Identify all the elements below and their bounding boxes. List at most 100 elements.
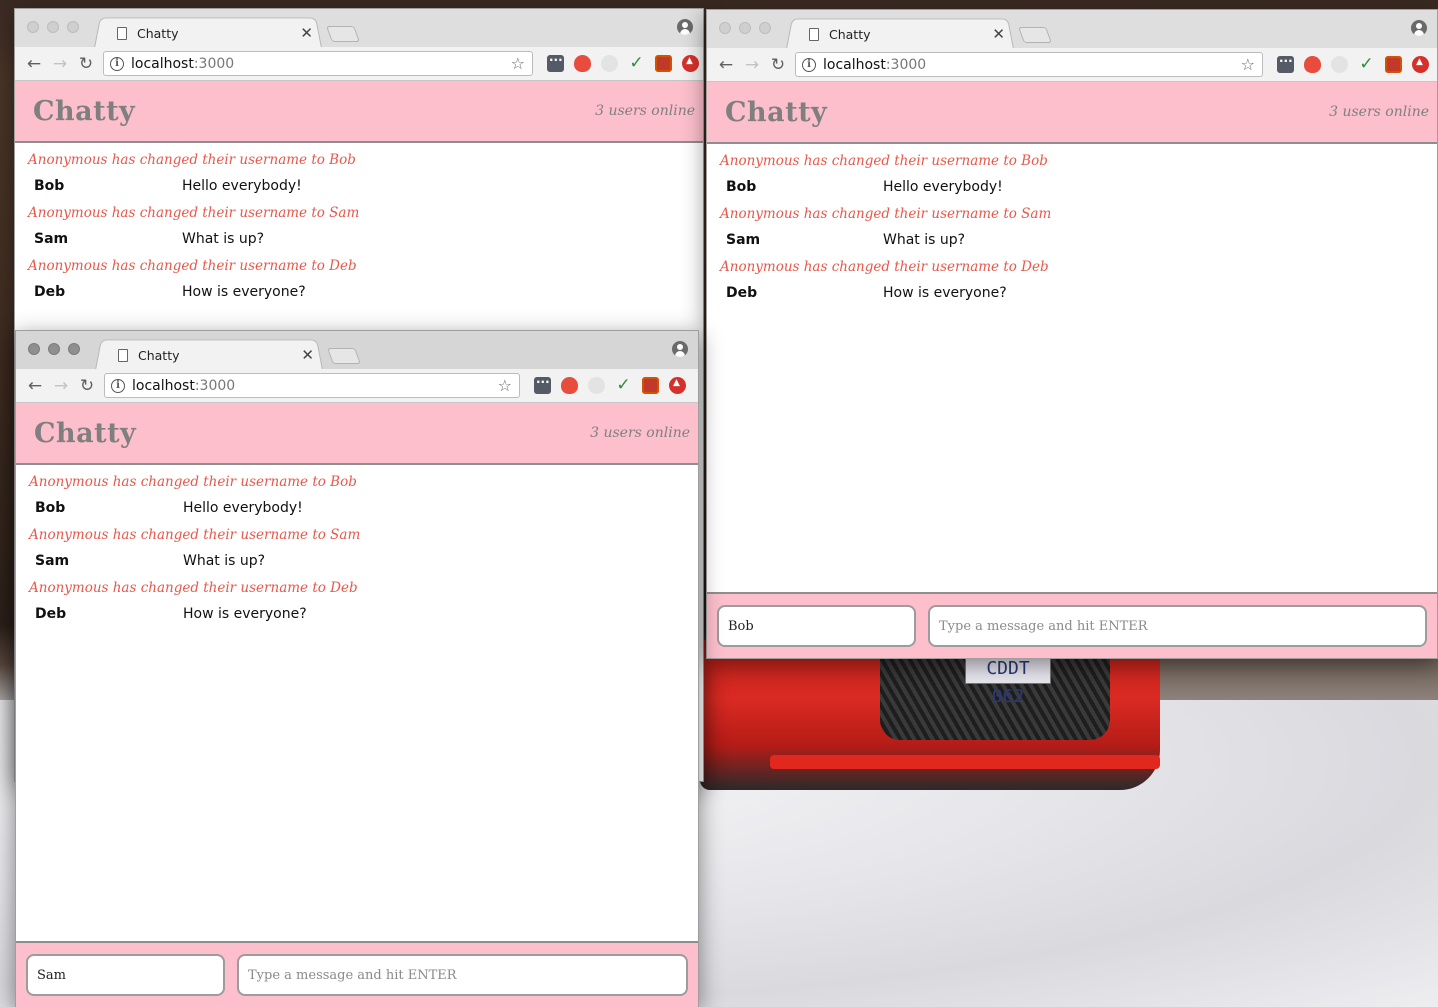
checkmark-extension-icon[interactable]: ✓ [615,377,632,394]
chatty-navbar: Chatty 3 users online [16,403,698,465]
message-input[interactable] [237,954,688,996]
chat-message: Sam What is up? [29,552,698,579]
chat-message: Deb How is everyone? [28,283,703,310]
browser-toolbar: ← → ↻ i localhost:3000 ☆ ✓ [15,47,703,81]
message-content: What is up? [182,231,265,247]
message-username: Deb [34,284,66,300]
ghostery-icon[interactable] [561,377,578,394]
system-notification: Anonymous has changed their username to … [28,205,360,221]
checkmark-extension-icon[interactable]: ✓ [1358,56,1375,73]
bookmark-star-icon[interactable]: ☆ [1241,55,1255,74]
username-input[interactable] [717,605,916,647]
message-content: Hello everybody! [182,178,302,194]
forward-arrow-icon[interactable]: → [47,54,73,74]
chat-message: Sam What is up? [28,230,703,257]
message-input[interactable] [928,605,1427,647]
ghostery-icon[interactable] [574,55,591,72]
new-tab-button[interactable] [1018,27,1052,43]
extension-menu-icon[interactable] [534,375,551,394]
tab-close-icon[interactable]: ✕ [300,25,313,41]
image-extension-icon[interactable] [655,55,672,72]
maximize-window-button[interactable] [759,22,771,34]
chat-message: Deb How is everyone? [720,284,1437,311]
extensions-bar: ✓ [534,375,686,394]
info-icon[interactable]: i [111,378,125,393]
profile-icon[interactable] [677,19,693,35]
message-content: Hello everybody! [883,179,1003,195]
upload-extension-icon[interactable] [1412,56,1429,73]
message-list: Anonymous has changed their username to … [16,465,698,941]
message-content: What is up? [883,232,966,248]
system-notification: Anonymous has changed their username to … [28,152,356,168]
checkmark-extension-icon[interactable]: ✓ [628,55,645,72]
maximize-window-button[interactable] [68,343,80,355]
bookmark-star-icon[interactable]: ☆ [498,376,512,395]
reload-icon[interactable]: ↻ [74,376,100,396]
back-arrow-icon[interactable]: ← [713,55,739,75]
system-notification: Anonymous has changed their username to … [720,153,1048,169]
car-front-lip [770,755,1160,769]
close-window-button[interactable] [719,22,731,34]
extension-menu-icon[interactable] [547,53,564,72]
wallpaper-car: CDDT 062 [700,640,1160,790]
message-username: Deb [726,285,758,301]
upload-extension-icon[interactable] [682,55,699,72]
extension-menu-icon[interactable] [1277,54,1294,73]
back-arrow-icon[interactable]: ← [22,376,48,396]
browser-toolbar: ← → ↻ i localhost:3000 ☆ ✓ [707,48,1437,82]
message-content: How is everyone? [183,606,307,622]
message-username: Deb [35,606,67,622]
info-icon[interactable]: i [110,56,124,71]
message-username: Bob [726,179,757,195]
dark-mode-icon[interactable] [1331,56,1348,73]
close-window-button[interactable] [28,343,40,355]
forward-arrow-icon[interactable]: → [739,55,765,75]
tab-close-icon[interactable]: ✕ [301,347,314,363]
browser-window-front[interactable]: Chatty ✕ ← → ↻ i localhost:3000 ☆ ✓ Chat… [15,330,699,1007]
image-extension-icon[interactable] [642,377,659,394]
system-notification: Anonymous has changed their username to … [29,527,361,543]
dark-mode-icon[interactable] [601,55,618,72]
reload-icon[interactable]: ↻ [765,55,791,75]
minimize-window-button[interactable] [48,343,60,355]
close-window-button[interactable] [27,21,39,33]
chat-message: Deb How is everyone? [29,605,698,632]
message-content: Hello everybody! [183,500,303,516]
profile-icon[interactable] [1411,20,1427,36]
system-notification: Anonymous has changed their username to … [29,474,357,490]
browser-tabstrip: Chatty ✕ [16,331,698,371]
tab-close-icon[interactable]: ✕ [992,26,1005,42]
new-tab-button[interactable] [326,26,360,42]
back-arrow-icon[interactable]: ← [21,54,47,74]
browser-toolbar: ← → ↻ i localhost:3000 ☆ ✓ [16,369,698,403]
chat-composer [16,941,698,1007]
address-bar[interactable]: i localhost:3000 ☆ [103,51,533,76]
bookmark-star-icon[interactable]: ☆ [511,54,525,73]
upload-extension-icon[interactable] [669,377,686,394]
message-content: How is everyone? [182,284,306,300]
info-icon[interactable]: i [802,57,816,72]
browser-window-right[interactable]: Chatty ✕ ← → ↻ i localhost:3000 ☆ ✓ Chat… [706,9,1438,659]
app-brand[interactable]: Chatty [725,97,827,128]
username-input[interactable] [26,954,225,996]
forward-arrow-icon[interactable]: → [48,376,74,396]
app-brand[interactable]: Chatty [34,418,136,449]
profile-icon[interactable] [672,341,688,357]
page-icon [809,27,819,41]
address-bar[interactable]: i localhost:3000 ☆ [104,373,520,398]
ghostery-icon[interactable] [1304,56,1321,73]
chatty-app: Chatty 3 users online Anonymous has chan… [707,82,1437,658]
extensions-bar: ✓ [1277,54,1429,73]
url-port: :3000 [194,377,236,394]
address-bar[interactable]: i localhost:3000 ☆ [795,52,1263,77]
maximize-window-button[interactable] [67,21,79,33]
minimize-window-button[interactable] [739,22,751,34]
reload-icon[interactable]: ↻ [73,54,99,74]
new-tab-button[interactable] [327,348,361,364]
dark-mode-icon[interactable] [588,377,605,394]
message-username: Sam [35,553,70,569]
app-brand[interactable]: Chatty [33,96,135,127]
message-list: Anonymous has changed their username to … [707,144,1437,592]
image-extension-icon[interactable] [1385,56,1402,73]
minimize-window-button[interactable] [47,21,59,33]
